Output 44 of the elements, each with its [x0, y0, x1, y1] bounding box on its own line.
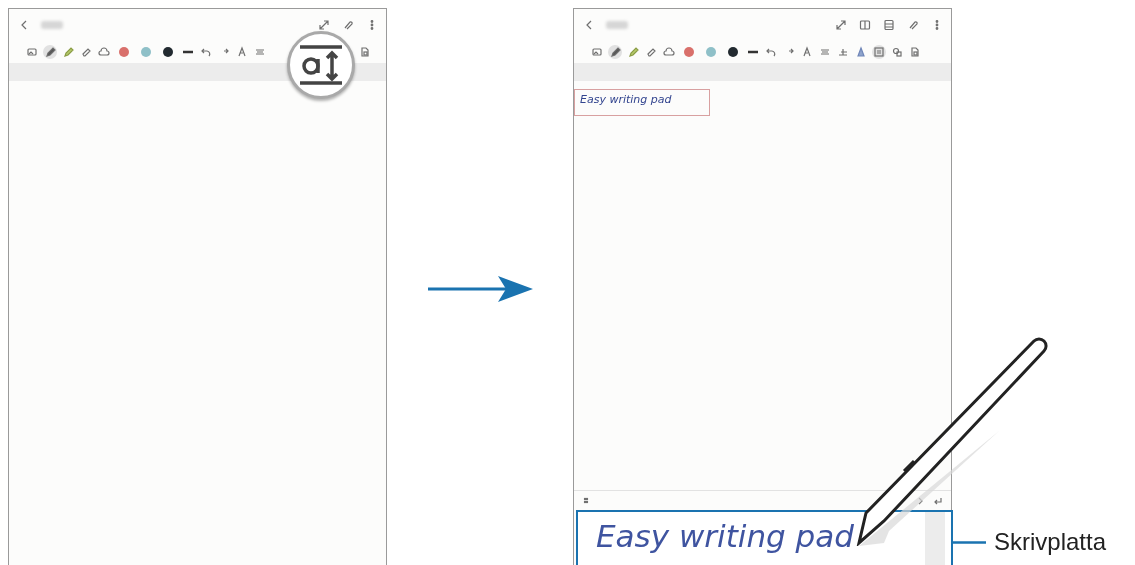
- eraser-icon[interactable]: [645, 46, 657, 58]
- layout-icon[interactable]: [883, 19, 895, 31]
- writing-pad-icon[interactable]: [873, 46, 885, 58]
- undo-icon[interactable]: [200, 46, 212, 58]
- drag-handle-icon[interactable]: [582, 495, 590, 506]
- writing-pad[interactable]: Easy writing pad: [576, 510, 953, 565]
- color-swatch[interactable]: [119, 47, 129, 57]
- shapes-icon[interactable]: [891, 46, 903, 58]
- image-icon[interactable]: [26, 46, 38, 58]
- expand-icon[interactable]: [835, 19, 847, 31]
- cloud-icon[interactable]: [98, 46, 110, 58]
- text-style-icon[interactable]: [855, 46, 867, 58]
- pen-icon[interactable]: [609, 46, 621, 58]
- handwritten-text: Easy writing pad: [596, 518, 854, 556]
- back-icon[interactable]: [584, 19, 594, 31]
- paperclip-icon[interactable]: [342, 19, 354, 31]
- leader-line: [952, 540, 986, 544]
- page-icon[interactable]: [909, 46, 921, 58]
- shape-convert-icon[interactable]: [801, 46, 813, 58]
- eraser-icon[interactable]: [80, 46, 92, 58]
- highlighter-icon[interactable]: [62, 46, 74, 58]
- handwriting-text-box[interactable]: Easy writing pad: [574, 89, 710, 116]
- shape-convert-icon[interactable]: [236, 46, 248, 58]
- paperclip-icon[interactable]: [907, 19, 919, 31]
- pen-icon[interactable]: [44, 46, 56, 58]
- book-icon[interactable]: [859, 19, 871, 31]
- color-swatch[interactable]: [163, 47, 173, 57]
- callout-label: Skrivplatta: [994, 527, 1107, 557]
- text-size-icon: [297, 43, 345, 87]
- image-icon[interactable]: [591, 46, 603, 58]
- back-icon[interactable]: [19, 19, 29, 31]
- highlighter-icon[interactable]: [627, 46, 639, 58]
- undo-icon[interactable]: [765, 46, 777, 58]
- blurred-title: [41, 21, 63, 29]
- cloud-icon[interactable]: [663, 46, 675, 58]
- color-swatch[interactable]: [706, 47, 716, 57]
- enter-icon[interactable]: [933, 495, 943, 506]
- text-icon[interactable]: [837, 46, 849, 58]
- color-swatch[interactable]: [141, 47, 151, 57]
- color-swatch[interactable]: [684, 47, 694, 57]
- blurred-title: [606, 21, 628, 29]
- color-swatch[interactable]: [728, 47, 738, 57]
- page-icon[interactable]: [359, 46, 371, 58]
- expand-icon[interactable]: [318, 19, 330, 31]
